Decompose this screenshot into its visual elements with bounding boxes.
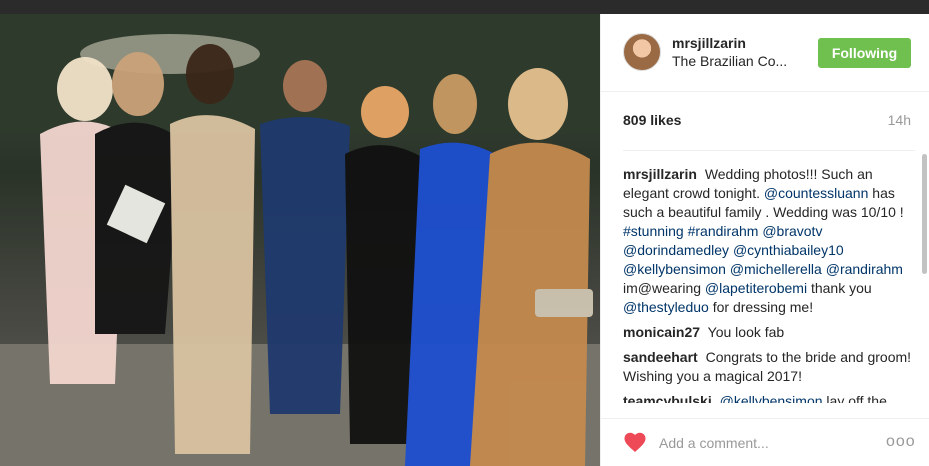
likes-count[interactable]: 809 likes [623, 112, 681, 128]
profile-avatar[interactable] [623, 33, 661, 71]
following-button[interactable]: Following [818, 38, 911, 68]
comment-username[interactable]: mrsjillzarin [623, 166, 697, 182]
mention-link[interactable]: @countessluann [764, 185, 869, 201]
mention-link[interactable]: @cynthiabailey10 [733, 242, 844, 258]
mention-link[interactable]: @randirahm [826, 261, 903, 277]
comment-bar: ooo [601, 418, 929, 466]
mention-link[interactable]: @michellerella [730, 261, 822, 277]
scrollbar-thumb[interactable] [922, 154, 927, 274]
add-comment-input[interactable] [659, 435, 859, 451]
comments-list[interactable]: mrsjillzarin Wedding photos!!! Such an e… [623, 150, 915, 403]
hashtag-link[interactable]: #stunning [623, 223, 684, 239]
background-strip [0, 0, 929, 14]
comment-text: thank you [810, 280, 872, 296]
more-options-icon[interactable]: ooo [886, 433, 915, 451]
post-photo[interactable] [0, 14, 600, 466]
mention-link[interactable]: @kellybensimon [623, 261, 726, 277]
comment-username[interactable]: sandeehart [623, 349, 698, 365]
post-header: mrsjillzarin The Brazilian Co... Followi… [601, 14, 929, 92]
comment-item: monicain27 You look fab [623, 323, 915, 342]
comment-item: teamcybulski @kellybensimon lay off the [623, 392, 915, 403]
comment-item: sandeehart Congrats to the bride and gro… [623, 348, 915, 386]
mention-link[interactable]: @bravotv [762, 223, 822, 239]
post-age[interactable]: 14h [888, 112, 911, 128]
hashtag-link[interactable]: #randirahm [688, 223, 759, 239]
comment-text: lay off the [826, 393, 887, 403]
comments-scrollbar[interactable] [921, 150, 927, 403]
post-sidebar: mrsjillzarin The Brazilian Co... Followi… [600, 14, 929, 466]
post-username[interactable]: mrsjillzarin [672, 35, 746, 51]
comment-username[interactable]: monicain27 [623, 324, 700, 340]
post-location[interactable]: The Brazilian Co... [672, 53, 787, 69]
likes-row: 809 likes 14h [623, 112, 911, 130]
mention-link[interactable]: @dorindamedley [623, 242, 729, 258]
comment-text: im@wearing [623, 280, 705, 296]
comment-text: for dressing me! [712, 299, 814, 315]
mention-link[interactable]: @thestyleduo [623, 299, 709, 315]
mention-link[interactable]: @kellybensimon [720, 393, 823, 403]
group-photo-illustration [0, 14, 600, 466]
comment-item: mrsjillzarin Wedding photos!!! Such an e… [623, 165, 915, 317]
mention-link[interactable]: @lapetiterobemi [705, 280, 807, 296]
comment-text: You look fab [707, 324, 785, 340]
comment-username[interactable]: teamcybulski [623, 393, 712, 403]
heart-icon[interactable] [623, 431, 647, 453]
